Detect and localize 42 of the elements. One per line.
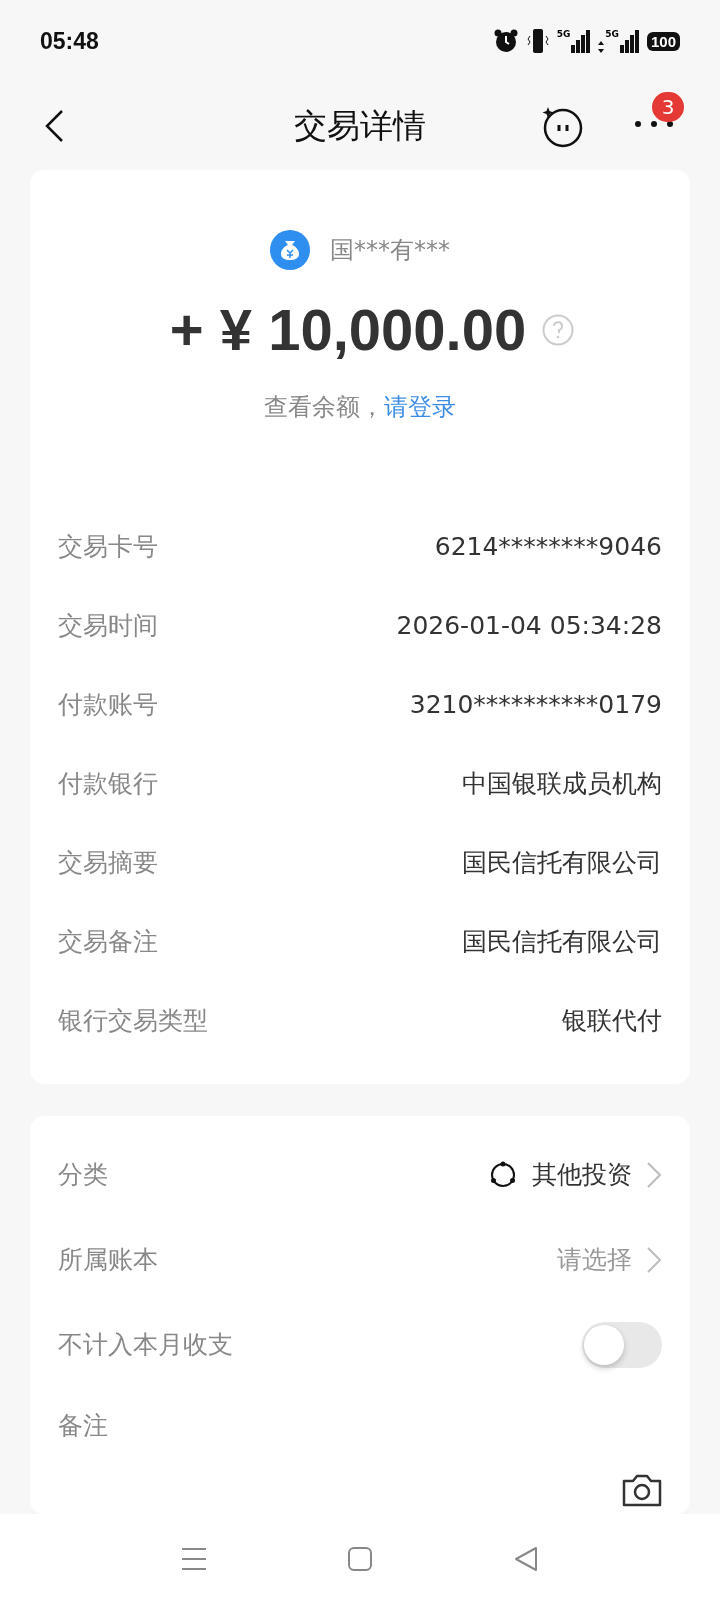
detail-label: 交易卡号 (58, 531, 158, 563)
detail-value: 2026-01-04 05:34:28 (396, 611, 662, 640)
category-icon (488, 1159, 518, 1190)
setting-label: 分类 (58, 1159, 108, 1191)
back-icon[interactable] (44, 109, 64, 143)
balance-prompt: 查看余额， (264, 392, 384, 423)
detail-label: 交易摘要 (58, 847, 158, 879)
detail-label: 银行交易类型 (58, 1005, 208, 1037)
vibrate-icon (526, 28, 549, 54)
status-time: 05:48 (40, 27, 99, 55)
detail-label: 付款银行 (58, 768, 158, 800)
amount: + ¥ 10,000.00 (169, 296, 527, 363)
more-icon[interactable] (634, 120, 674, 128)
notification-badge: 3 (652, 92, 684, 122)
select-placeholder[interactable]: 请选择 (557, 1243, 632, 1276)
payer-name: 国***有*** (330, 235, 450, 266)
setting-label: 所属账本 (58, 1244, 158, 1276)
detail-value: 中国银联成员机构 (462, 768, 662, 800)
detail-value: 3210**********0179 (409, 690, 662, 719)
detail-value: 国民信托有限公司 (462, 847, 662, 879)
login-link[interactable]: 请登录 (384, 391, 456, 423)
detail-value: 银联代付 (562, 1005, 662, 1037)
detail-label: 交易时间 (58, 610, 158, 642)
page-title: 交易详情 (294, 104, 426, 147)
detail-label: 交易备注 (58, 926, 158, 958)
chevron-icon (646, 1160, 662, 1189)
battery-icon: 100 (646, 31, 680, 51)
alarm-icon (492, 28, 519, 54)
back-nav-icon[interactable] (513, 1546, 539, 1572)
detail-label: 付款账号 (58, 689, 158, 721)
setting-label: 不计入本月收支 (58, 1329, 233, 1361)
toggle-switch[interactable] (582, 1321, 662, 1368)
category-value[interactable]: 其他投资 (532, 1158, 632, 1191)
menu-icon[interactable] (181, 1547, 207, 1571)
detail-value: 6214********9046 (434, 532, 662, 561)
detail-value: 国民信托有限公司 (462, 926, 662, 958)
chevron-icon (646, 1245, 662, 1274)
smiley-icon[interactable] (540, 105, 584, 149)
camera-icon[interactable] (622, 1473, 662, 1507)
home-icon[interactable] (347, 1546, 373, 1572)
money-bag-icon (270, 230, 310, 270)
setting-label: 备注 (58, 1409, 108, 1442)
